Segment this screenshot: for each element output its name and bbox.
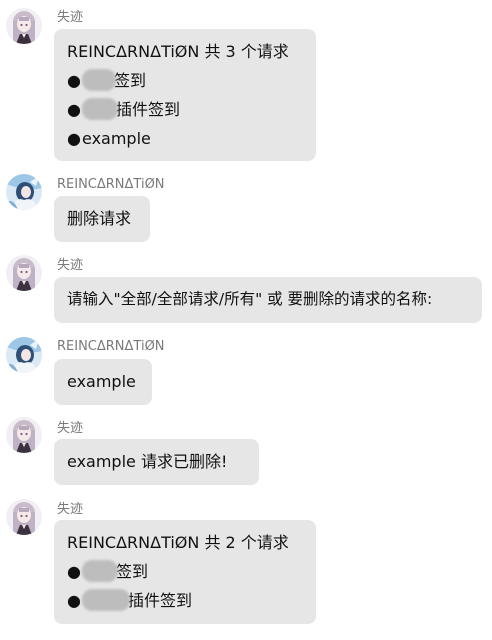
sender-name: 失迹 [57, 502, 84, 517]
redacted-blur [82, 98, 118, 120]
message-bubble: REINCΔRNΔTiØN 共 3 个请求 ● 签到 ● 插件签到 ●example [54, 29, 316, 161]
bullet-icon: ● [67, 129, 81, 148]
sender-name: REINCΔRNΔTiØN [57, 177, 165, 192]
sender-name: 失迹 [57, 10, 84, 25]
message-bubble: 删除请求 [54, 196, 150, 242]
bullet-icon: ● [67, 100, 81, 119]
list-item: ● 签到 [67, 66, 303, 95]
list-item: ●example [67, 124, 303, 153]
redacted-blur [82, 69, 116, 91]
message-bubble: example 请求已删除! [54, 439, 259, 485]
redacted-blur [82, 560, 118, 582]
bullet-icon: ● [67, 591, 81, 610]
avatar-reincarnation[interactable] [6, 337, 42, 373]
avatar-shiji[interactable] [6, 499, 42, 535]
message-line: REINCΔRNΔTiØN 共 2 个请求 [67, 533, 289, 552]
message-bubble: 请输入"全部/全部请求/所有" 或 要删除的请求的名称: [54, 277, 482, 323]
list-item-text: 签到 [114, 71, 147, 90]
list-item: ● 签到 [67, 557, 303, 586]
message-bubble: example [54, 359, 152, 405]
list-item: ● 插件签到 [67, 95, 303, 124]
sender-name: 失迹 [57, 421, 84, 436]
message-line: example [67, 372, 136, 391]
list-item-text: 签到 [116, 562, 149, 581]
list-item-text: example [82, 129, 151, 148]
bullet-icon: ● [67, 71, 81, 90]
avatar-reincarnation[interactable] [6, 174, 42, 210]
list-item: ● 插件签到 [67, 586, 303, 615]
avatar-shiji[interactable] [6, 417, 42, 453]
sender-name: 失迹 [57, 258, 84, 273]
avatar-shiji[interactable] [6, 8, 42, 44]
bullet-icon: ● [67, 562, 81, 581]
message-bubble: REINCΔRNΔTiØN 共 2 个请求 ● 签到 ● 插件签到 [54, 520, 316, 624]
avatar-shiji[interactable] [6, 255, 42, 291]
message-line: 删除请求 [67, 209, 132, 228]
message-line: example 请求已删除! [67, 452, 228, 471]
list-item-text: 插件签到 [128, 591, 193, 610]
redacted-blur [82, 589, 130, 611]
message-line: 请输入"全部/全部请求/所有" 或 要删除的请求的名称: [67, 290, 433, 308]
sender-name: REINCΔRNΔTiØN [57, 339, 165, 354]
list-item-text: 插件签到 [116, 100, 181, 119]
chat-window: { "messages": [ { "sender": "失迹", "lines… [0, 0, 492, 640]
message-line: REINCΔRNΔTiØN 共 3 个请求 [67, 42, 289, 61]
